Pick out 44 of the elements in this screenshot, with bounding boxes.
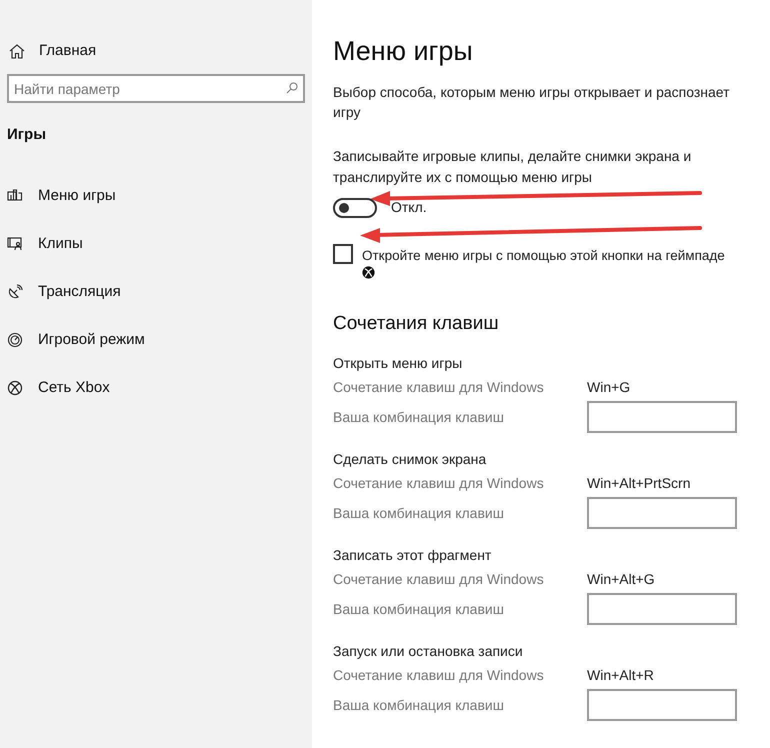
- shortcut-label: Сочетание клавиш для Windows: [333, 666, 545, 685]
- shortcut-label: Сочетание клавиш для Windows: [333, 570, 545, 589]
- nav-item[interactable]: Игровой режим: [0, 316, 312, 364]
- shortcut-title: Сделать снимок экрана: [333, 450, 488, 469]
- shortcut-label: Ваша комбинация клавиш: [333, 696, 505, 715]
- section-heading: Игры: [6, 125, 48, 145]
- nav-item[interactable]: Трансляция: [0, 268, 312, 316]
- shortcut-title: Записать этот фрагмент: [333, 546, 492, 565]
- satellite-dish-icon: [7, 284, 23, 300]
- shortcut-label: Сочетание клавиш для Windows: [333, 378, 545, 397]
- shortcut-input-field[interactable]: [587, 401, 737, 433]
- speedometer-icon: [7, 332, 23, 348]
- shortcut-title: Запуск или остановка записи: [333, 642, 524, 661]
- search-field[interactable]: Найти параметр: [7, 74, 305, 103]
- shortcut-label: Сочетание клавиш для Windows: [333, 474, 545, 493]
- description-text: Выбор способа, которым меню игры открывает и распознает игру: [333, 83, 731, 122]
- shortcut-label: Ваша комбинация клавиш: [333, 408, 505, 427]
- shortcut-label: Ваша комбинация клавиш: [333, 504, 505, 523]
- shortcut-value: Win+Alt+R: [587, 666, 654, 684]
- shortcut-title: Открыть меню игры: [333, 354, 464, 373]
- toggle-state-label: Откл.: [391, 198, 427, 217]
- shortcut-input-field[interactable]: [587, 497, 737, 529]
- checkbox[interactable]: [333, 244, 353, 264]
- shortcut-input-field[interactable]: [587, 593, 737, 625]
- nav-item[interactable]: Сеть Xbox: [0, 364, 312, 412]
- shortcut-value: Win+G: [587, 378, 630, 396]
- xbox-button-icon: [362, 266, 376, 279]
- film-person-icon: [7, 237, 23, 251]
- toggle-caption: Записывайте игровые клипы, делайте снимки экрана и транслируйте их с помощью меню игры: [333, 147, 692, 187]
- checkbox-label: Откройте меню игры с помощью этой кнопки на геймпаде: [362, 247, 725, 265]
- monitor-chart-icon: [7, 189, 23, 203]
- toggle-switch[interactable]: [333, 198, 377, 218]
- xbox-logo-icon: [7, 380, 23, 396]
- search-icon: [286, 82, 298, 94]
- page-title: Меню игры: [333, 35, 474, 68]
- nav-item[interactable]: Меню игры: [0, 172, 312, 220]
- nav-item[interactable]: Клипы: [0, 220, 312, 268]
- section-heading: Сочетания клавиш: [333, 312, 500, 336]
- shortcut-value: Win+Alt+PrtScrn: [587, 474, 690, 492]
- shortcut-input-field[interactable]: [587, 689, 737, 721]
- shortcut-label: Ваша комбинация клавиш: [333, 600, 505, 619]
- home-icon: [9, 44, 25, 58]
- shortcut-value: Win+Alt+G: [587, 570, 655, 588]
- home-link[interactable]: Главная: [0, 40, 312, 62]
